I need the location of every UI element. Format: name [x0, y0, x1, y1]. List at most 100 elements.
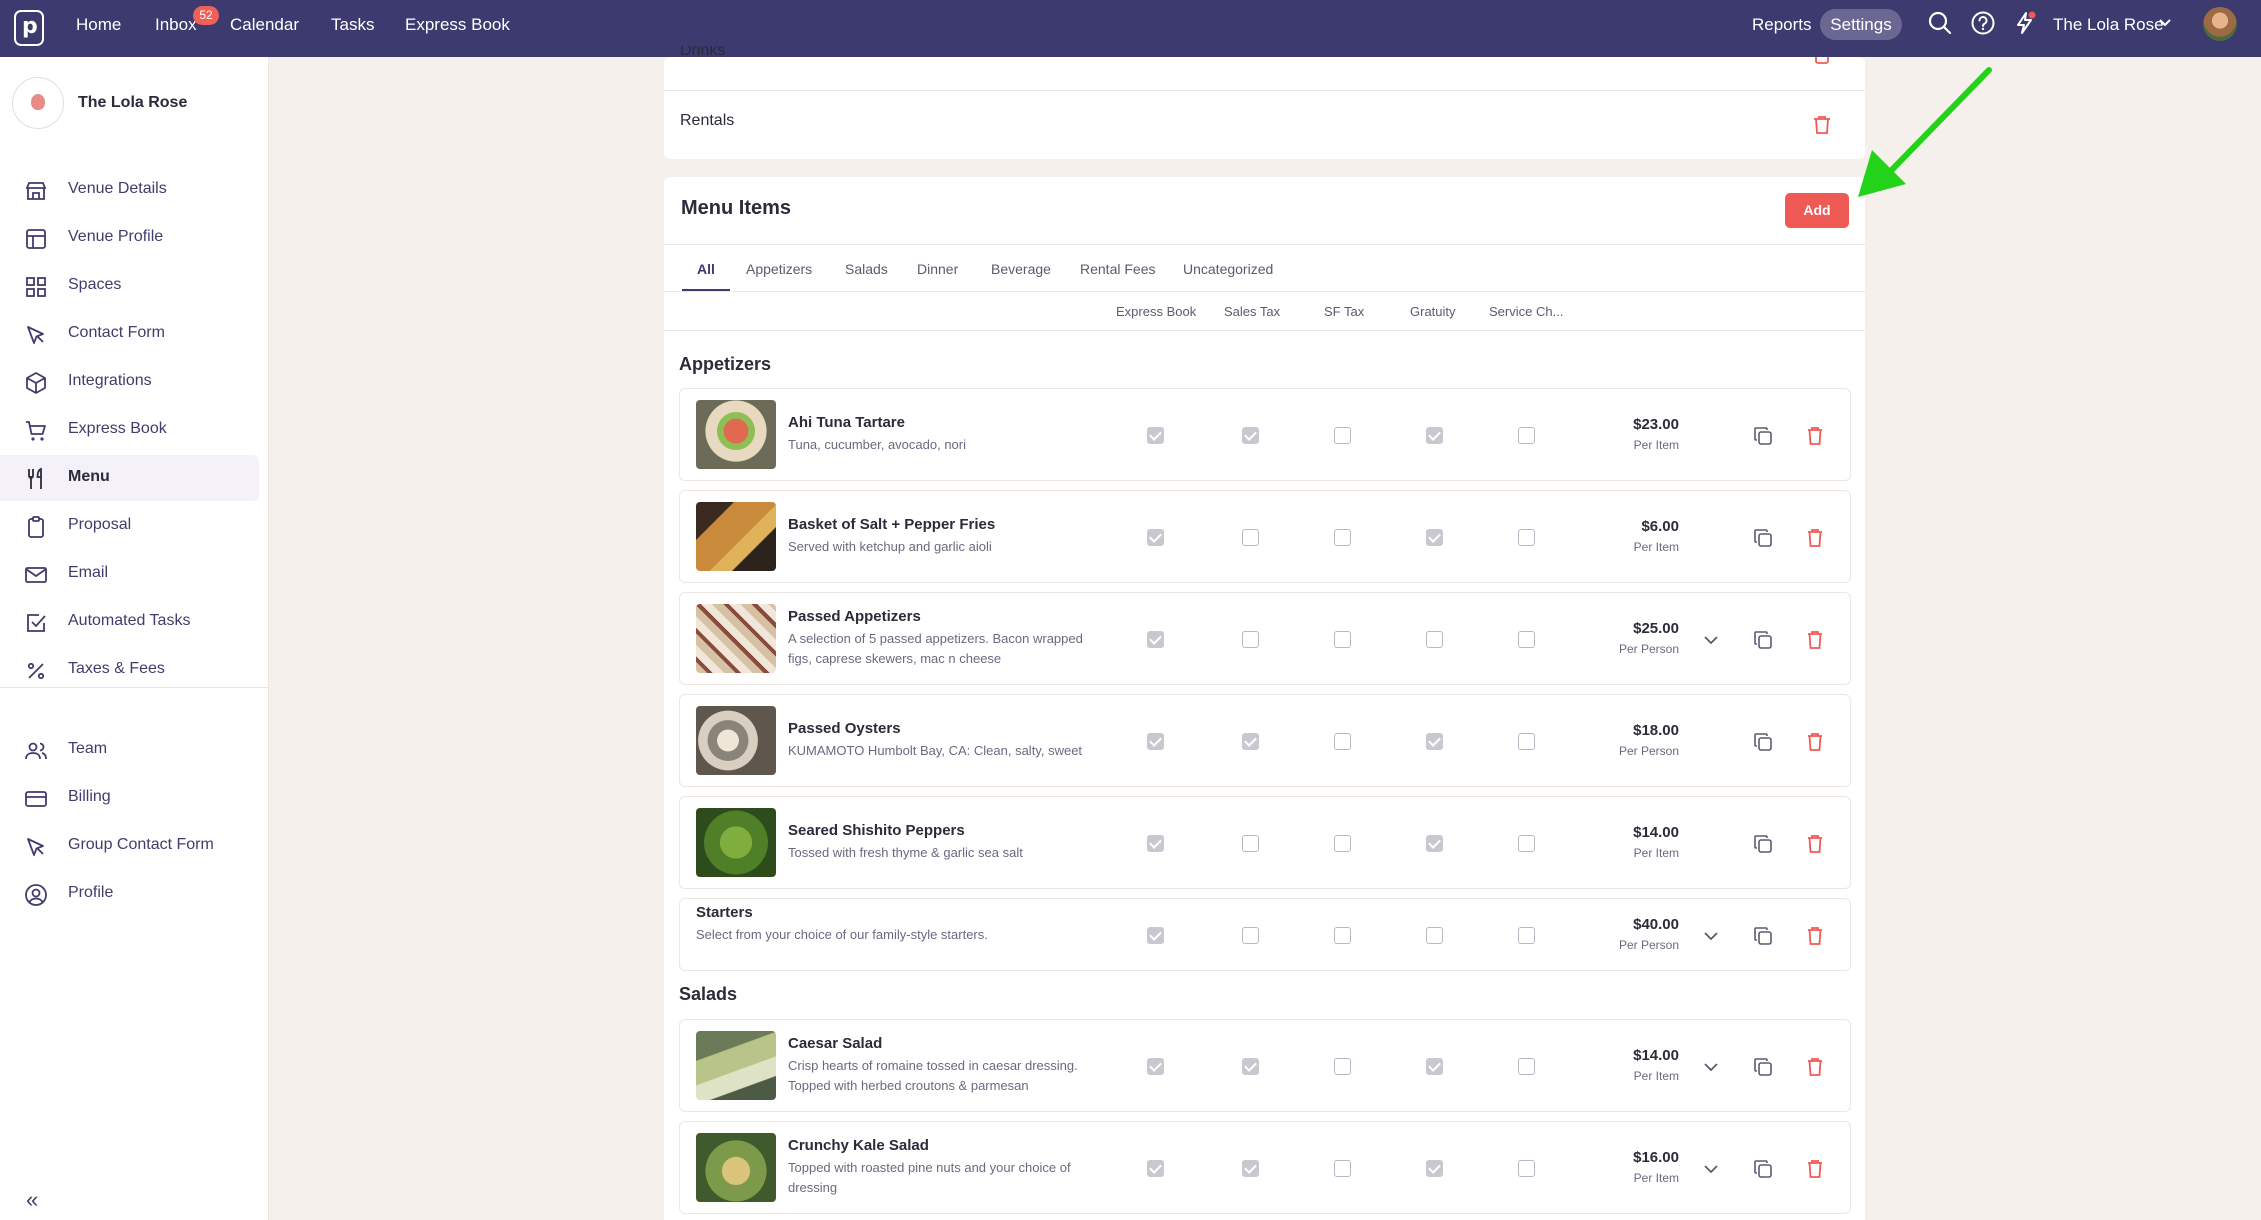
menu-item-price-unit: Per Item — [1633, 438, 1679, 452]
trash-icon[interactable] — [1807, 1159, 1823, 1179]
menu-item-row[interactable]: Starters Select from your choice of our f… — [679, 898, 1851, 971]
price-block: $40.00 Per Person — [680, 916, 1679, 956]
sidebar-item-integrations[interactable]: Integrations — [0, 359, 259, 405]
sidebar-item-email[interactable]: Email — [0, 551, 259, 597]
help-icon[interactable] — [1970, 10, 1996, 36]
duplicate-icon[interactable] — [1753, 528, 1773, 548]
nav-inbox[interactable]: Inbox — [155, 15, 197, 35]
trash-icon[interactable] — [1807, 426, 1823, 446]
menu-item-price: $23.00 — [1633, 416, 1679, 433]
chevron-down-icon[interactable] — [1703, 634, 1719, 646]
tab-all[interactable]: All — [697, 261, 715, 277]
sidebar-item-proposal[interactable]: Proposal — [0, 503, 259, 549]
sidebar-item-label: Group Contact Form — [68, 836, 214, 853]
sidebar-item-group-contact-form[interactable]: Group Contact Form — [0, 823, 259, 869]
chevron-down-icon[interactable] — [1703, 1061, 1719, 1073]
sidebar-item-contact-form[interactable]: Contact Form — [0, 311, 259, 357]
group-title: Appetizers — [679, 354, 772, 374]
trash-icon[interactable] — [1813, 57, 1831, 65]
sidebar-divider — [0, 687, 269, 688]
tab-uncategorized[interactable]: Uncategorized — [1183, 261, 1273, 277]
search-icon[interactable] — [1927, 10, 1953, 36]
cursor-icon — [27, 838, 44, 856]
sidebar-item-spaces[interactable]: Spaces — [0, 263, 259, 309]
categories-card — [664, 57, 1865, 159]
tab-dinner[interactable]: Dinner — [917, 261, 958, 277]
tab-rental-fees[interactable]: Rental Fees — [1080, 261, 1155, 277]
sidebar-item-billing[interactable]: Billing — [0, 775, 259, 821]
sidebar-item-label: Menu — [68, 468, 110, 485]
duplicate-icon[interactable] — [1753, 1057, 1773, 1077]
column-header-gratuity: Gratuity — [1410, 304, 1456, 319]
sidebar-item-team[interactable]: Team — [0, 727, 259, 773]
card-icon — [25, 791, 47, 807]
sidebar-item-label: Contact Form — [68, 324, 165, 341]
menu-item-row[interactable]: Caesar Salad Crisp hearts of romaine toss… — [679, 1019, 1851, 1112]
tab-appetizers[interactable]: Appetizers — [746, 261, 812, 277]
collapse-sidebar-icon[interactable]: « — [26, 1187, 38, 1213]
sidebar-item-profile[interactable]: Profile — [0, 871, 259, 917]
mail-icon — [25, 567, 47, 583]
menu-item-row[interactable]: Basket of Salt + Pepper Fries Served with… — [679, 490, 1851, 583]
price-block: $18.00 Per Person — [680, 722, 1679, 762]
column-header-sf-tax: SF Tax — [1324, 304, 1365, 319]
layout-icon — [26, 229, 46, 249]
sidebar-item-label: Integrations — [68, 372, 152, 389]
nav-calendar[interactable]: Calendar — [230, 15, 299, 35]
venue-name: The Lola Rose — [78, 94, 188, 111]
sidebar-item-menu[interactable]: Menu — [0, 455, 259, 501]
trash-icon[interactable] — [1807, 926, 1823, 946]
top-navigation-bar: p Home Inbox 52 Calendar Tasks Express B… — [0, 0, 2261, 57]
category-row-drinks[interactable]: Drinks — [680, 46, 725, 64]
column-header-divider — [664, 330, 1865, 331]
sidebar-item-automated-tasks[interactable]: Automated Tasks — [0, 599, 259, 645]
nav-tasks[interactable]: Tasks — [331, 15, 374, 35]
price-block: $25.00 Per Person — [680, 620, 1679, 660]
nav-express-book[interactable]: Express Book — [405, 15, 510, 35]
price-block: $23.00 Per Item — [680, 416, 1679, 456]
checkbox-icon — [27, 614, 46, 632]
row-divider — [664, 90, 1865, 91]
chevron-down-icon[interactable] — [1703, 1163, 1719, 1175]
nav-settings[interactable]: Settings — [1820, 9, 1902, 40]
account-name[interactable]: The Lola Rose — [2053, 15, 2164, 35]
trash-icon[interactable] — [1807, 528, 1823, 548]
clipboard-icon — [28, 516, 44, 538]
trash-icon[interactable] — [1813, 115, 1831, 135]
duplicate-icon[interactable] — [1753, 1159, 1773, 1179]
sidebar-item-label: Taxes & Fees — [68, 660, 165, 677]
sidebar-item-venue-details[interactable]: Venue Details — [0, 167, 259, 213]
lightning-notification-icon[interactable] — [2012, 10, 2038, 36]
avatar[interactable] — [2203, 7, 2237, 41]
add-menu-item-button[interactable]: Add — [1785, 193, 1849, 228]
app-logo[interactable]: p — [14, 10, 44, 46]
menu-item-row[interactable]: Crunchy Kale Salad Topped with roasted pi… — [679, 1121, 1851, 1214]
tab-salads[interactable]: Salads — [845, 261, 888, 277]
nav-reports[interactable]: Reports — [1752, 15, 1812, 35]
menu-item-price-unit: Per Item — [1633, 1171, 1679, 1185]
menu-item-price: $14.00 — [1633, 1047, 1679, 1064]
people-icon — [25, 742, 47, 760]
duplicate-icon[interactable] — [1753, 426, 1773, 446]
nav-home[interactable]: Home — [76, 15, 121, 35]
trash-icon[interactable] — [1807, 834, 1823, 854]
category-row-rentals[interactable]: Rentals — [680, 112, 734, 130]
chevron-down-icon[interactable] — [1703, 930, 1719, 942]
menu-item-row[interactable]: Passed Appetizers A selection of 5 passed… — [679, 592, 1851, 685]
percent-icon — [27, 662, 45, 680]
menu-item-row[interactable]: Passed Oysters KUMAMOTO Humbolt Bay, CA: … — [679, 694, 1851, 787]
chevron-down-icon[interactable] — [2158, 18, 2172, 28]
menu-item-row[interactable]: Ahi Tuna Tartare Tuna, cucumber, avocado,… — [679, 388, 1851, 481]
tab-beverage[interactable]: Beverage — [991, 261, 1051, 277]
sidebar-item-express-book[interactable]: Express Book — [0, 407, 259, 453]
storefront-icon — [25, 182, 47, 200]
duplicate-icon[interactable] — [1753, 630, 1773, 650]
trash-icon[interactable] — [1807, 732, 1823, 752]
duplicate-icon[interactable] — [1753, 834, 1773, 854]
duplicate-icon[interactable] — [1753, 732, 1773, 752]
sidebar-item-venue-profile[interactable]: Venue Profile — [0, 215, 259, 261]
menu-item-row[interactable]: Seared Shishito Peppers Tossed with fresh… — [679, 796, 1851, 889]
trash-icon[interactable] — [1807, 1057, 1823, 1077]
trash-icon[interactable] — [1807, 630, 1823, 650]
duplicate-icon[interactable] — [1753, 926, 1773, 946]
